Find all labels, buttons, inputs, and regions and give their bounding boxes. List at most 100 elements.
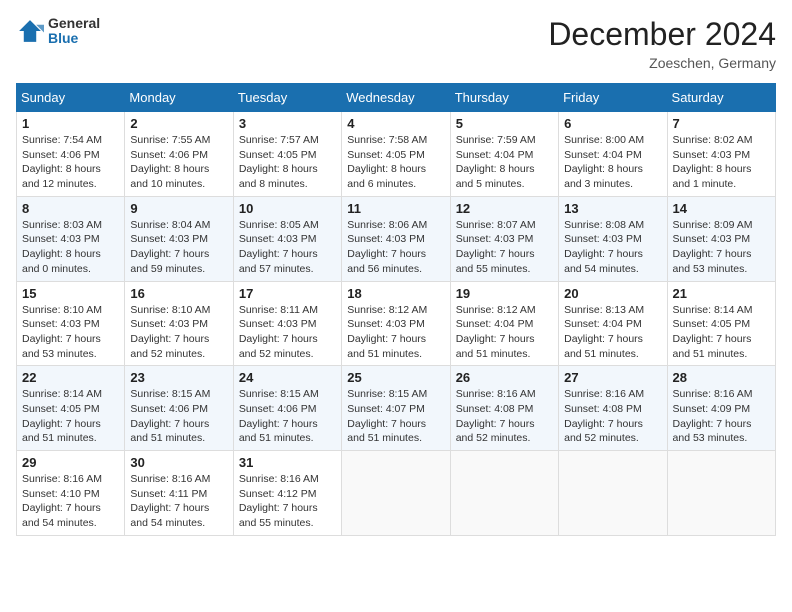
day-detail: Sunrise: 8:05 AM Sunset: 4:03 PM Dayligh… <box>239 218 336 277</box>
calendar-cell: 21 Sunrise: 8:14 AM Sunset: 4:05 PM Dayl… <box>667 281 775 366</box>
calendar-cell: 14 Sunrise: 8:09 AM Sunset: 4:03 PM Dayl… <box>667 196 775 281</box>
col-header-saturday: Saturday <box>667 84 775 112</box>
col-header-friday: Friday <box>559 84 667 112</box>
calendar-cell <box>667 451 775 536</box>
day-detail: Sunrise: 7:58 AM Sunset: 4:05 PM Dayligh… <box>347 133 444 192</box>
calendar-table: SundayMondayTuesdayWednesdayThursdayFrid… <box>16 83 776 536</box>
calendar-cell: 7 Sunrise: 8:02 AM Sunset: 4:03 PM Dayli… <box>667 112 775 197</box>
day-detail: Sunrise: 8:06 AM Sunset: 4:03 PM Dayligh… <box>347 218 444 277</box>
day-number: 2 <box>130 116 227 131</box>
location: Zoeschen, Germany <box>548 55 776 71</box>
day-detail: Sunrise: 8:09 AM Sunset: 4:03 PM Dayligh… <box>673 218 770 277</box>
day-number: 29 <box>22 455 119 470</box>
day-number: 4 <box>347 116 444 131</box>
calendar-cell: 17 Sunrise: 8:11 AM Sunset: 4:03 PM Dayl… <box>233 281 341 366</box>
day-detail: Sunrise: 8:16 AM Sunset: 4:08 PM Dayligh… <box>456 387 553 446</box>
day-number: 11 <box>347 201 444 216</box>
day-number: 17 <box>239 286 336 301</box>
day-detail: Sunrise: 8:16 AM Sunset: 4:10 PM Dayligh… <box>22 472 119 531</box>
calendar-cell: 4 Sunrise: 7:58 AM Sunset: 4:05 PM Dayli… <box>342 112 450 197</box>
day-number: 27 <box>564 370 661 385</box>
day-number: 25 <box>347 370 444 385</box>
day-number: 1 <box>22 116 119 131</box>
day-number: 16 <box>130 286 227 301</box>
calendar-cell <box>559 451 667 536</box>
day-detail: Sunrise: 8:03 AM Sunset: 4:03 PM Dayligh… <box>22 218 119 277</box>
calendar-cell: 20 Sunrise: 8:13 AM Sunset: 4:04 PM Dayl… <box>559 281 667 366</box>
day-number: 7 <box>673 116 770 131</box>
day-detail: Sunrise: 7:55 AM Sunset: 4:06 PM Dayligh… <box>130 133 227 192</box>
calendar-cell: 29 Sunrise: 8:16 AM Sunset: 4:10 PM Dayl… <box>17 451 125 536</box>
calendar-cell: 9 Sunrise: 8:04 AM Sunset: 4:03 PM Dayli… <box>125 196 233 281</box>
day-detail: Sunrise: 8:10 AM Sunset: 4:03 PM Dayligh… <box>130 303 227 362</box>
col-header-thursday: Thursday <box>450 84 558 112</box>
day-detail: Sunrise: 7:59 AM Sunset: 4:04 PM Dayligh… <box>456 133 553 192</box>
day-number: 8 <box>22 201 119 216</box>
day-detail: Sunrise: 8:11 AM Sunset: 4:03 PM Dayligh… <box>239 303 336 362</box>
day-number: 30 <box>130 455 227 470</box>
calendar-cell: 18 Sunrise: 8:12 AM Sunset: 4:03 PM Dayl… <box>342 281 450 366</box>
logo-general: General <box>48 16 100 31</box>
col-header-tuesday: Tuesday <box>233 84 341 112</box>
logo-text: General Blue <box>48 16 100 47</box>
calendar-cell: 2 Sunrise: 7:55 AM Sunset: 4:06 PM Dayli… <box>125 112 233 197</box>
day-detail: Sunrise: 8:08 AM Sunset: 4:03 PM Dayligh… <box>564 218 661 277</box>
day-number: 18 <box>347 286 444 301</box>
day-number: 9 <box>130 201 227 216</box>
calendar-cell <box>342 451 450 536</box>
calendar-cell: 12 Sunrise: 8:07 AM Sunset: 4:03 PM Dayl… <box>450 196 558 281</box>
day-number: 10 <box>239 201 336 216</box>
day-detail: Sunrise: 8:02 AM Sunset: 4:03 PM Dayligh… <box>673 133 770 192</box>
day-detail: Sunrise: 8:12 AM Sunset: 4:03 PM Dayligh… <box>347 303 444 362</box>
calendar-cell: 5 Sunrise: 7:59 AM Sunset: 4:04 PM Dayli… <box>450 112 558 197</box>
title-block: December 2024 Zoeschen, Germany <box>548 16 776 71</box>
calendar-cell: 28 Sunrise: 8:16 AM Sunset: 4:09 PM Dayl… <box>667 366 775 451</box>
day-number: 28 <box>673 370 770 385</box>
day-number: 5 <box>456 116 553 131</box>
day-detail: Sunrise: 7:54 AM Sunset: 4:06 PM Dayligh… <box>22 133 119 192</box>
logo-icon <box>16 17 44 45</box>
day-number: 15 <box>22 286 119 301</box>
page-header: General Blue December 2024 Zoeschen, Ger… <box>16 16 776 71</box>
day-number: 24 <box>239 370 336 385</box>
day-detail: Sunrise: 8:04 AM Sunset: 4:03 PM Dayligh… <box>130 218 227 277</box>
day-detail: Sunrise: 8:16 AM Sunset: 4:08 PM Dayligh… <box>564 387 661 446</box>
logo: General Blue <box>16 16 100 47</box>
calendar-cell: 16 Sunrise: 8:10 AM Sunset: 4:03 PM Dayl… <box>125 281 233 366</box>
day-number: 23 <box>130 370 227 385</box>
day-number: 20 <box>564 286 661 301</box>
day-detail: Sunrise: 8:14 AM Sunset: 4:05 PM Dayligh… <box>673 303 770 362</box>
calendar-cell <box>450 451 558 536</box>
day-detail: Sunrise: 8:00 AM Sunset: 4:04 PM Dayligh… <box>564 133 661 192</box>
day-number: 26 <box>456 370 553 385</box>
day-detail: Sunrise: 8:15 AM Sunset: 4:07 PM Dayligh… <box>347 387 444 446</box>
calendar-cell: 10 Sunrise: 8:05 AM Sunset: 4:03 PM Dayl… <box>233 196 341 281</box>
day-detail: Sunrise: 8:07 AM Sunset: 4:03 PM Dayligh… <box>456 218 553 277</box>
day-number: 14 <box>673 201 770 216</box>
day-number: 6 <box>564 116 661 131</box>
calendar-cell: 3 Sunrise: 7:57 AM Sunset: 4:05 PM Dayli… <box>233 112 341 197</box>
day-number: 19 <box>456 286 553 301</box>
day-detail: Sunrise: 8:15 AM Sunset: 4:06 PM Dayligh… <box>130 387 227 446</box>
day-detail: Sunrise: 8:13 AM Sunset: 4:04 PM Dayligh… <box>564 303 661 362</box>
calendar-cell: 13 Sunrise: 8:08 AM Sunset: 4:03 PM Dayl… <box>559 196 667 281</box>
calendar-cell: 1 Sunrise: 7:54 AM Sunset: 4:06 PM Dayli… <box>17 112 125 197</box>
day-number: 13 <box>564 201 661 216</box>
day-detail: Sunrise: 8:16 AM Sunset: 4:12 PM Dayligh… <box>239 472 336 531</box>
col-header-sunday: Sunday <box>17 84 125 112</box>
day-detail: Sunrise: 8:16 AM Sunset: 4:11 PM Dayligh… <box>130 472 227 531</box>
day-detail: Sunrise: 8:15 AM Sunset: 4:06 PM Dayligh… <box>239 387 336 446</box>
day-detail: Sunrise: 8:10 AM Sunset: 4:03 PM Dayligh… <box>22 303 119 362</box>
calendar-cell: 19 Sunrise: 8:12 AM Sunset: 4:04 PM Dayl… <box>450 281 558 366</box>
day-number: 12 <box>456 201 553 216</box>
calendar-cell: 24 Sunrise: 8:15 AM Sunset: 4:06 PM Dayl… <box>233 366 341 451</box>
month-title: December 2024 <box>548 16 776 53</box>
calendar-cell: 8 Sunrise: 8:03 AM Sunset: 4:03 PM Dayli… <box>17 196 125 281</box>
day-number: 3 <box>239 116 336 131</box>
day-detail: Sunrise: 7:57 AM Sunset: 4:05 PM Dayligh… <box>239 133 336 192</box>
day-detail: Sunrise: 8:14 AM Sunset: 4:05 PM Dayligh… <box>22 387 119 446</box>
logo-blue: Blue <box>48 31 100 46</box>
calendar-cell: 25 Sunrise: 8:15 AM Sunset: 4:07 PM Dayl… <box>342 366 450 451</box>
calendar-cell: 26 Sunrise: 8:16 AM Sunset: 4:08 PM Dayl… <box>450 366 558 451</box>
calendar-cell: 22 Sunrise: 8:14 AM Sunset: 4:05 PM Dayl… <box>17 366 125 451</box>
